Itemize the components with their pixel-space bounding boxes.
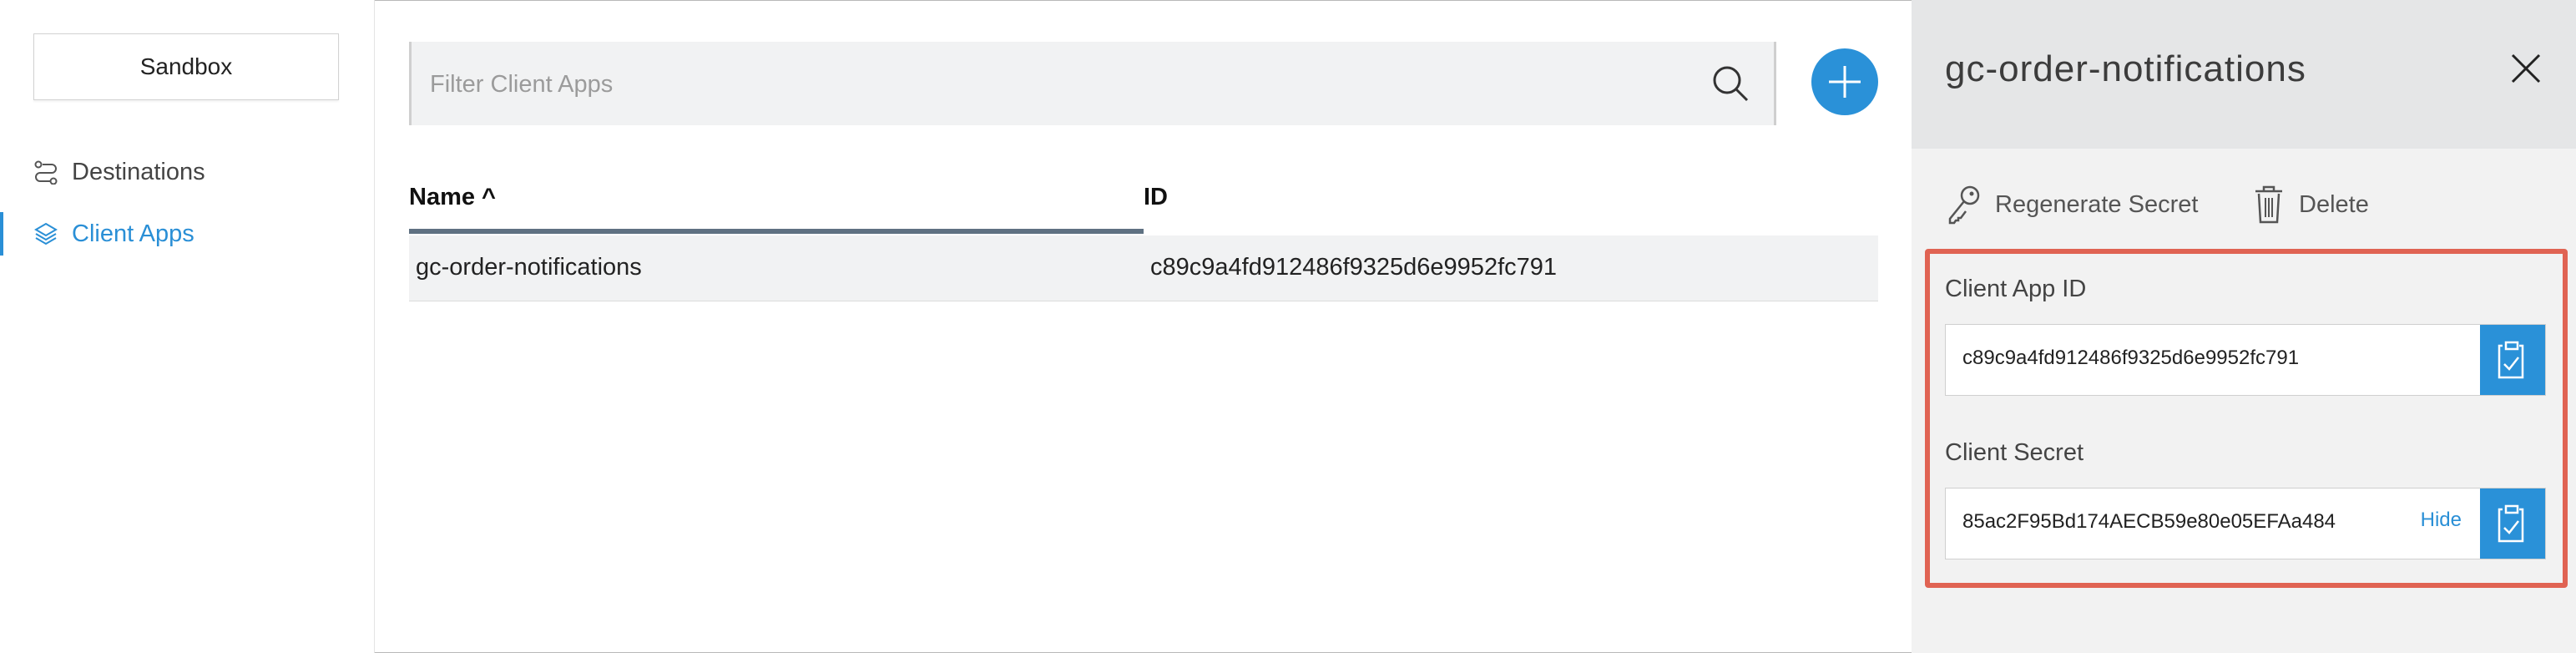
row-name-cell: gc-order-notifications — [416, 254, 642, 281]
client-secret-field[interactable]: 85ac2F95Bd174AECB59e80e05EFAa484 Hide — [1945, 488, 2546, 559]
table-row[interactable]: gc-order-notifications c89c9a4fd912486f9… — [409, 235, 1878, 301]
sort-indicator-bar — [409, 229, 1144, 234]
sidebar-item-client-apps[interactable]: Client Apps — [0, 209, 374, 259]
copy-client-app-id-button[interactable] — [2480, 325, 2545, 395]
key-icon — [1948, 185, 1980, 225]
environment-selector-button[interactable]: Sandbox — [33, 33, 339, 100]
filter-client-apps-input[interactable] — [428, 42, 1684, 127]
column-header-id[interactable]: ID — [1144, 184, 1168, 211]
environment-label: Sandbox — [139, 53, 233, 79]
clipboard-icon — [2498, 341, 2524, 379]
client-apps-icon — [34, 222, 58, 246]
regenerate-secret-label: Regenerate Secret — [1995, 190, 2199, 218]
filter-search-bar — [409, 42, 1776, 127]
client-app-id-field[interactable]: c89c9a4fd912486f9325d6e9952fc791 — [1945, 324, 2546, 396]
clipboard-icon — [2498, 504, 2524, 543]
detail-panel-header: gc-order-notifications — [1912, 0, 2576, 149]
sidebar-item-destinations[interactable]: Destinations — [0, 147, 374, 197]
sidebar-item-label: Client Apps — [72, 220, 194, 247]
client-app-id-value[interactable]: c89c9a4fd912486f9325d6e9952fc791 — [1962, 347, 2299, 370]
client-app-id-label: Client App ID — [1945, 276, 2087, 302]
hide-secret-link[interactable]: Hide — [2421, 509, 2462, 532]
column-header-name[interactable]: Name ^ — [409, 184, 496, 211]
panel-title: gc-order-notifications — [1945, 48, 2306, 89]
sidebar: Sandbox Destinations Client Apps — [0, 0, 375, 653]
regenerate-secret-button[interactable]: Regenerate Secret — [1945, 184, 2198, 225]
row-id-cell: c89c9a4fd912486f9325d6e9952fc791 — [1150, 254, 1558, 281]
close-icon[interactable] — [2509, 52, 2543, 85]
copy-client-secret-button[interactable] — [2480, 488, 2545, 559]
plus-icon — [1829, 66, 1861, 98]
destinations-icon — [34, 160, 58, 185]
trash-icon — [2255, 185, 2282, 224]
client-secret-value[interactable]: 85ac2F95Bd174AECB59e80e05EFAa484 — [1962, 510, 2336, 534]
delete-label: Delete — [2299, 190, 2369, 218]
add-client-app-button[interactable] — [1811, 48, 1878, 115]
search-icon[interactable] — [1710, 63, 1750, 104]
client-secret-label: Client Secret — [1945, 439, 2084, 466]
delete-button[interactable]: Delete — [2252, 184, 2369, 225]
sidebar-item-label: Destinations — [72, 158, 205, 185]
